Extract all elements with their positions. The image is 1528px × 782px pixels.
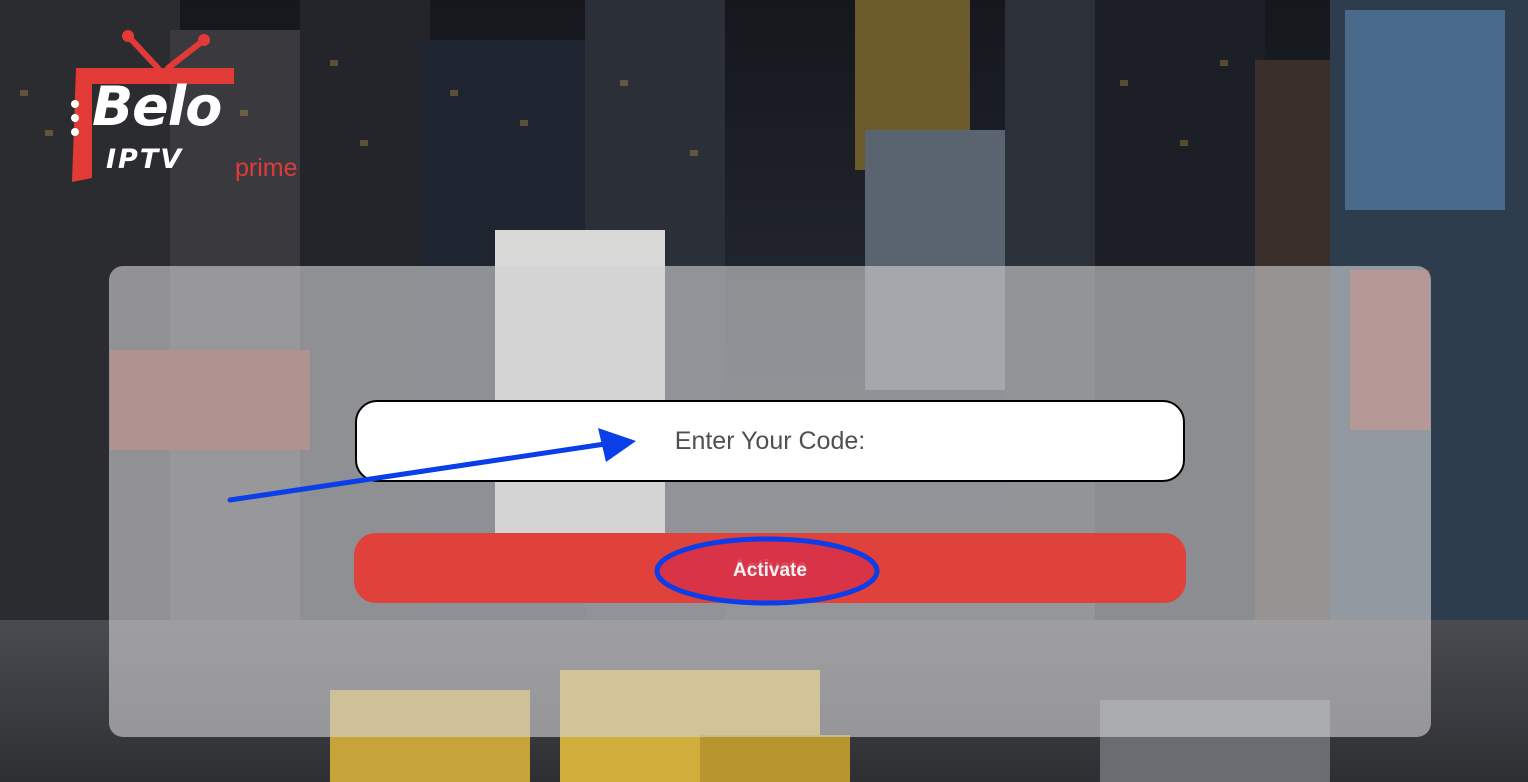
logo-tier: prime [235, 154, 298, 182]
activation-screen: Belo IPTV prime Activate Activate [0, 0, 1528, 782]
activate-button[interactable]: Activate [354, 533, 1186, 603]
activation-panel [109, 266, 1431, 737]
code-input[interactable] [355, 400, 1185, 482]
logo-product: IPTV [106, 144, 184, 175]
logo-brand: Belo [92, 75, 222, 138]
